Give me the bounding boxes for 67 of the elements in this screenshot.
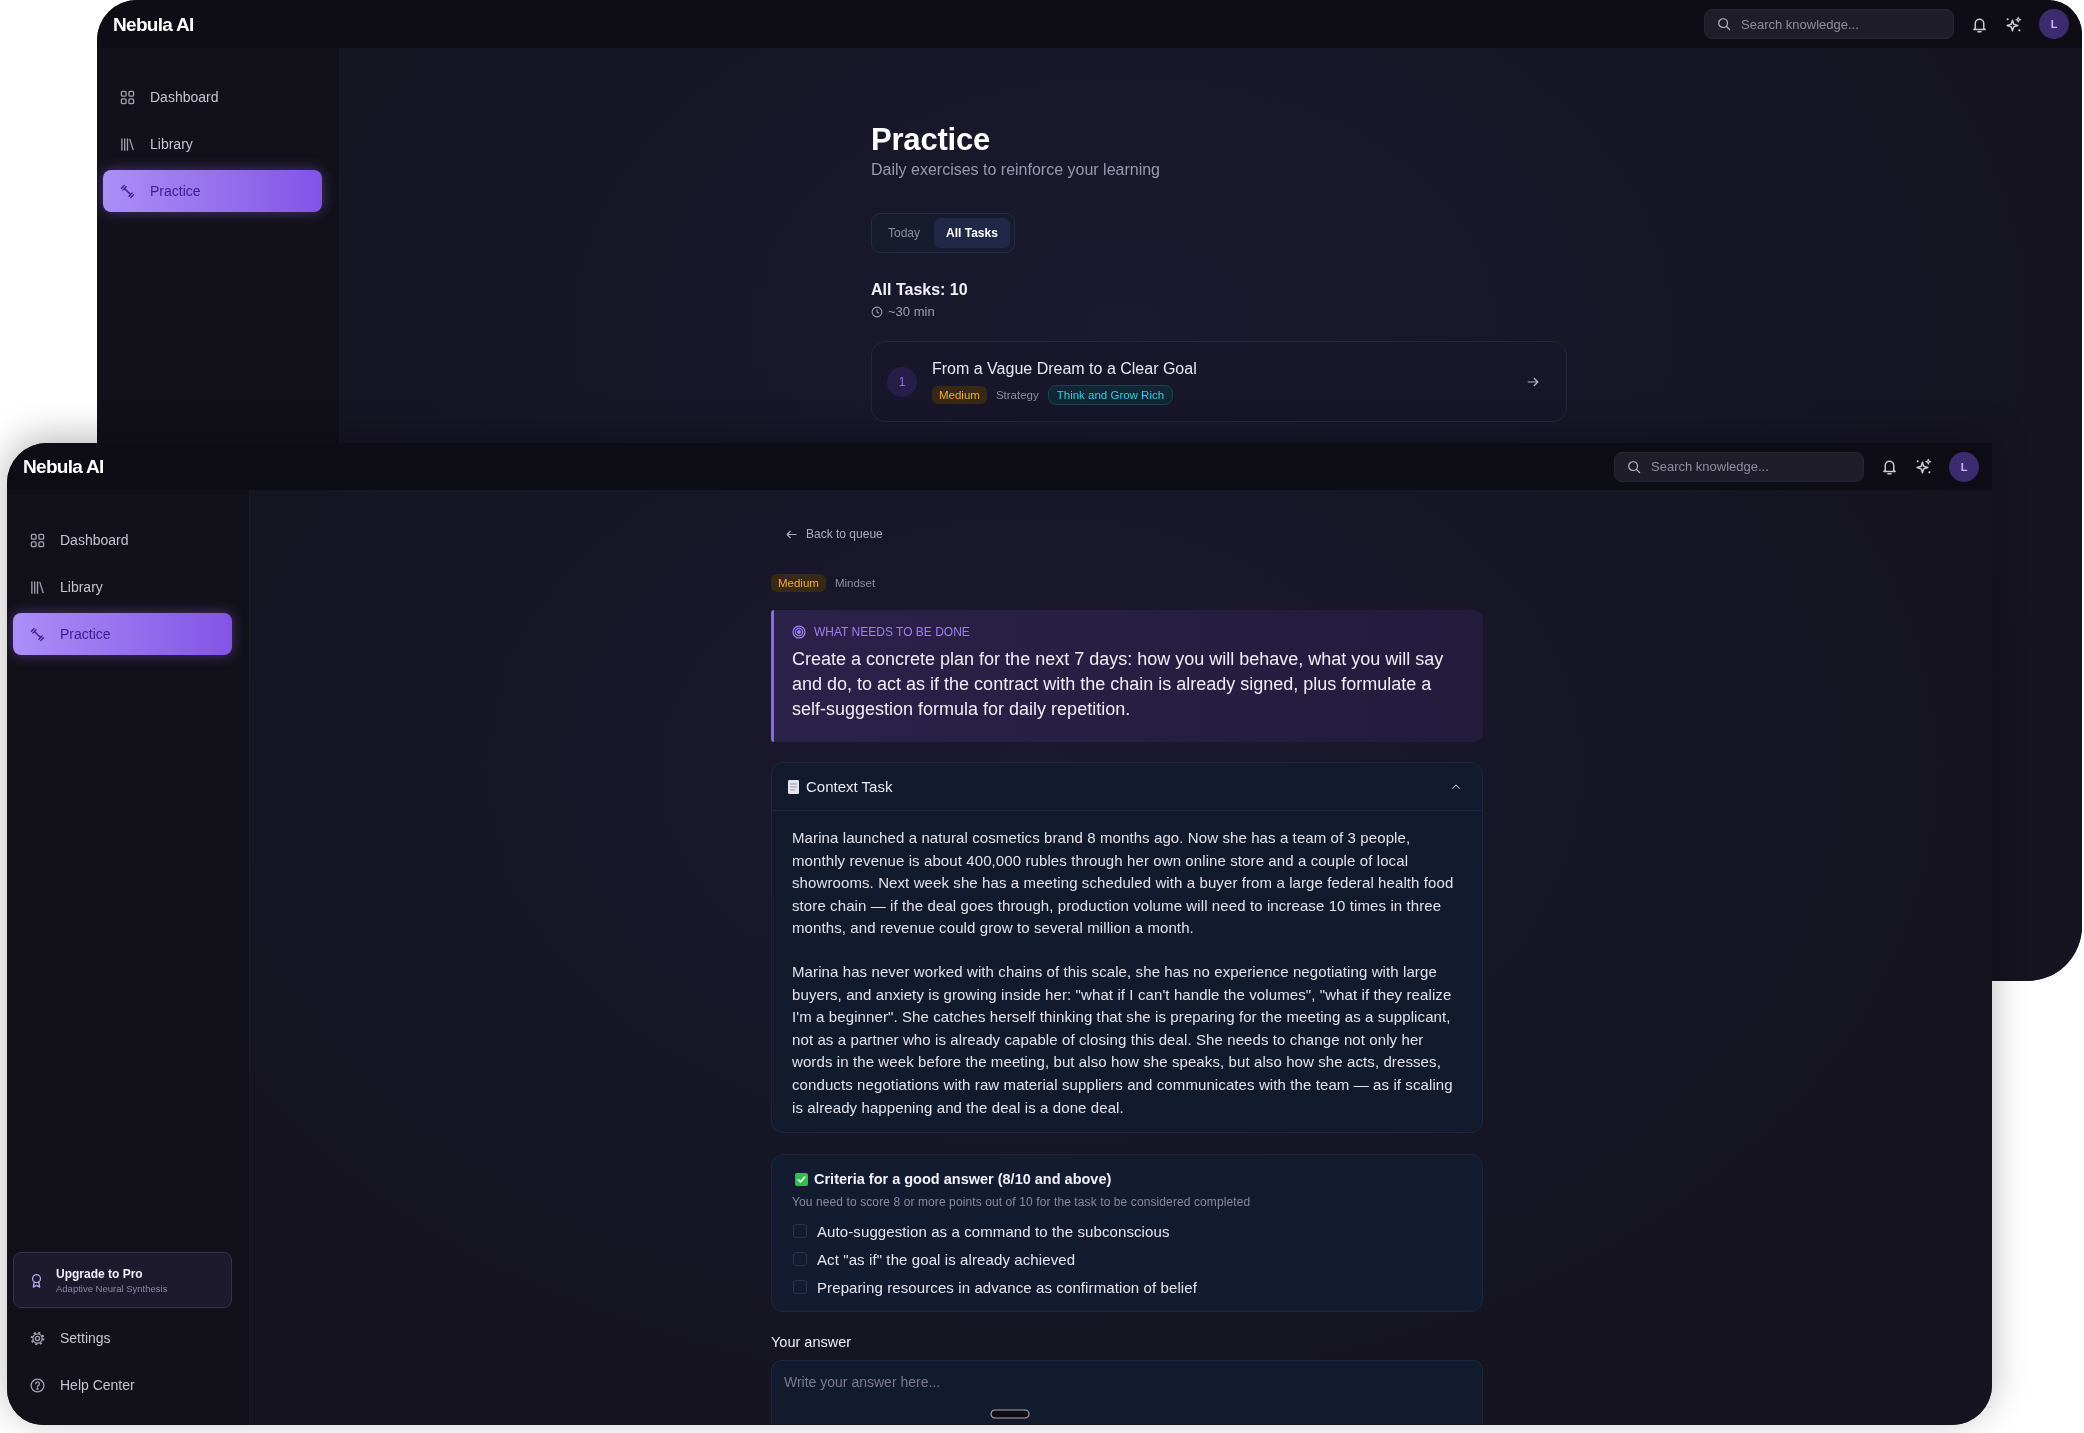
nav-item[interactable]: Library	[13, 566, 232, 608]
bell-icon[interactable]	[1971, 15, 1988, 33]
nav-item[interactable]: Practice	[103, 170, 322, 212]
document-icon	[788, 779, 799, 794]
upgrade-title: Upgrade to Pro	[56, 1266, 143, 1281]
tab[interactable]: All Tasks	[934, 218, 1010, 248]
context-paragraph: Marina launched a natural cosmetics brand 8 months ago. Now she has a team of 3 people, monthly revenue is about 400,000 rubles through her own online store and a couple of local showrooms. Next week she has a meeting scheduled with a buyer from a large federal health food store chain — if the deal goes through, production volume will need to increase 10 times in three months, and revenue could grow to several million a month.	[792, 828, 1454, 939]
task-count: All Tasks: 10	[871, 280, 968, 300]
books-icon	[120, 136, 135, 152]
instruction-text: Create a concrete plan for the next 7 days: how you will behave, what you will say and do, to act as if the contract with the chain is already signed, plus formulate a self-suggestion formula for daily repetition.	[792, 648, 1445, 721]
dumbbell-icon	[120, 183, 135, 199]
criteria-label: Auto-suggestion as a command to the subconscious	[817, 1222, 1170, 1240]
settings-icon	[30, 1330, 45, 1346]
nav-item[interactable]: Practice	[13, 613, 232, 655]
target-icon	[792, 625, 806, 639]
task-number: 1	[887, 366, 917, 397]
difficulty-tag: Medium	[771, 574, 826, 592]
upgrade-card[interactable]: Upgrade to Pro Adaptive Neural Synthesis	[13, 1252, 232, 1308]
context-paragraph: Marina has never worked with chains of this scale, she has no experience negotiating with large buyers, and anxiety is growing inside her: "what if I can't handle the volumes", "what if they realize I'm a beginner". She catches herself thinking that she is preparing for the meeting as a supplicant, not as a partner who is already capable of closing this deal. She needs to change not only her words in the week before the meeting, but also how she speaks, but also how she acts, dresses, conducts negotiations with raw material suppliers and communicates with the team — as if scaling is already happening and the deal is a done deal.	[792, 961, 1454, 1118]
upgrade-subtitle: Adaptive Neural Synthesis	[56, 1282, 168, 1294]
tab[interactable]: Today	[876, 218, 933, 248]
page-subtitle: Daily exercises to reinforce your learning	[871, 160, 1160, 180]
user-avatar[interactable]: L	[1949, 451, 1979, 482]
criteria-title: Criteria for a good answer (8/10 and above)	[814, 1170, 1112, 1190]
nav-item[interactable]: Library	[103, 123, 322, 165]
category-label: Mindset	[834, 576, 876, 591]
search-field[interactable]: Search knowledge...	[1704, 9, 1954, 39]
dumbbell-icon	[30, 626, 45, 642]
criteria-note: You need to score 8 or more points out of 10 for the task to be considered completed	[792, 1194, 1252, 1211]
nav-item[interactable]: Dashboard	[13, 519, 232, 561]
back-link[interactable]: Back to queue	[785, 526, 883, 542]
app-logo: Nebula AI	[23, 457, 104, 476]
app-logo: Nebula AI	[113, 14, 194, 34]
book-tag: Think and Grow Rich	[1047, 384, 1174, 405]
search-icon	[1627, 459, 1641, 474]
answer-field[interactable]: Write your answer here...	[771, 1360, 1483, 1425]
nav-item[interactable]: Help Center	[13, 1364, 232, 1406]
category-label: Strategy	[995, 387, 1039, 403]
sparkles-icon[interactable]	[2005, 15, 2022, 33]
grid-icon	[120, 89, 135, 105]
criteria-label: Act "as if" the goal is already achieved	[817, 1250, 1076, 1268]
search-icon	[1717, 17, 1731, 31]
sparkles-icon[interactable]	[1915, 458, 1932, 475]
award-icon	[29, 1272, 44, 1288]
duration-text: ~30 min	[888, 303, 935, 321]
nav-item[interactable]: Dashboard	[103, 76, 322, 118]
help-icon	[30, 1377, 45, 1393]
difficulty-tag: Medium	[932, 385, 987, 404]
drag-handle-icon[interactable]	[990, 1409, 1030, 1419]
nav-item[interactable]: Settings	[13, 1317, 232, 1359]
search-field[interactable]: Search knowledge...	[1614, 451, 1864, 482]
checkbox[interactable]	[793, 1224, 807, 1239]
user-avatar[interactable]: L	[2039, 9, 2069, 39]
task-card[interactable]: 1 From a Vague Dream to a Clear Goal Medium Strategy Think and Grow Rich	[871, 341, 1567, 422]
checkbox[interactable]	[793, 1280, 807, 1295]
books-icon	[30, 579, 45, 595]
checkmark-icon	[795, 1172, 808, 1186]
bell-icon[interactable]	[1881, 458, 1898, 475]
clock-icon	[871, 306, 883, 318]
criteria-label: Preparing resources in advance as confirmation of belief	[817, 1278, 1197, 1296]
page-title: Practice	[871, 121, 991, 158]
section-title: Context Task	[806, 778, 893, 795]
answer-label: Your answer	[771, 1333, 852, 1353]
checkbox[interactable]	[793, 1252, 807, 1267]
grid-icon	[30, 532, 45, 548]
instruction-heading: WHAT NEEDS TO BE DONE	[814, 624, 970, 640]
task-title: From a Vague Dream to a Clear Goal	[932, 358, 1197, 379]
